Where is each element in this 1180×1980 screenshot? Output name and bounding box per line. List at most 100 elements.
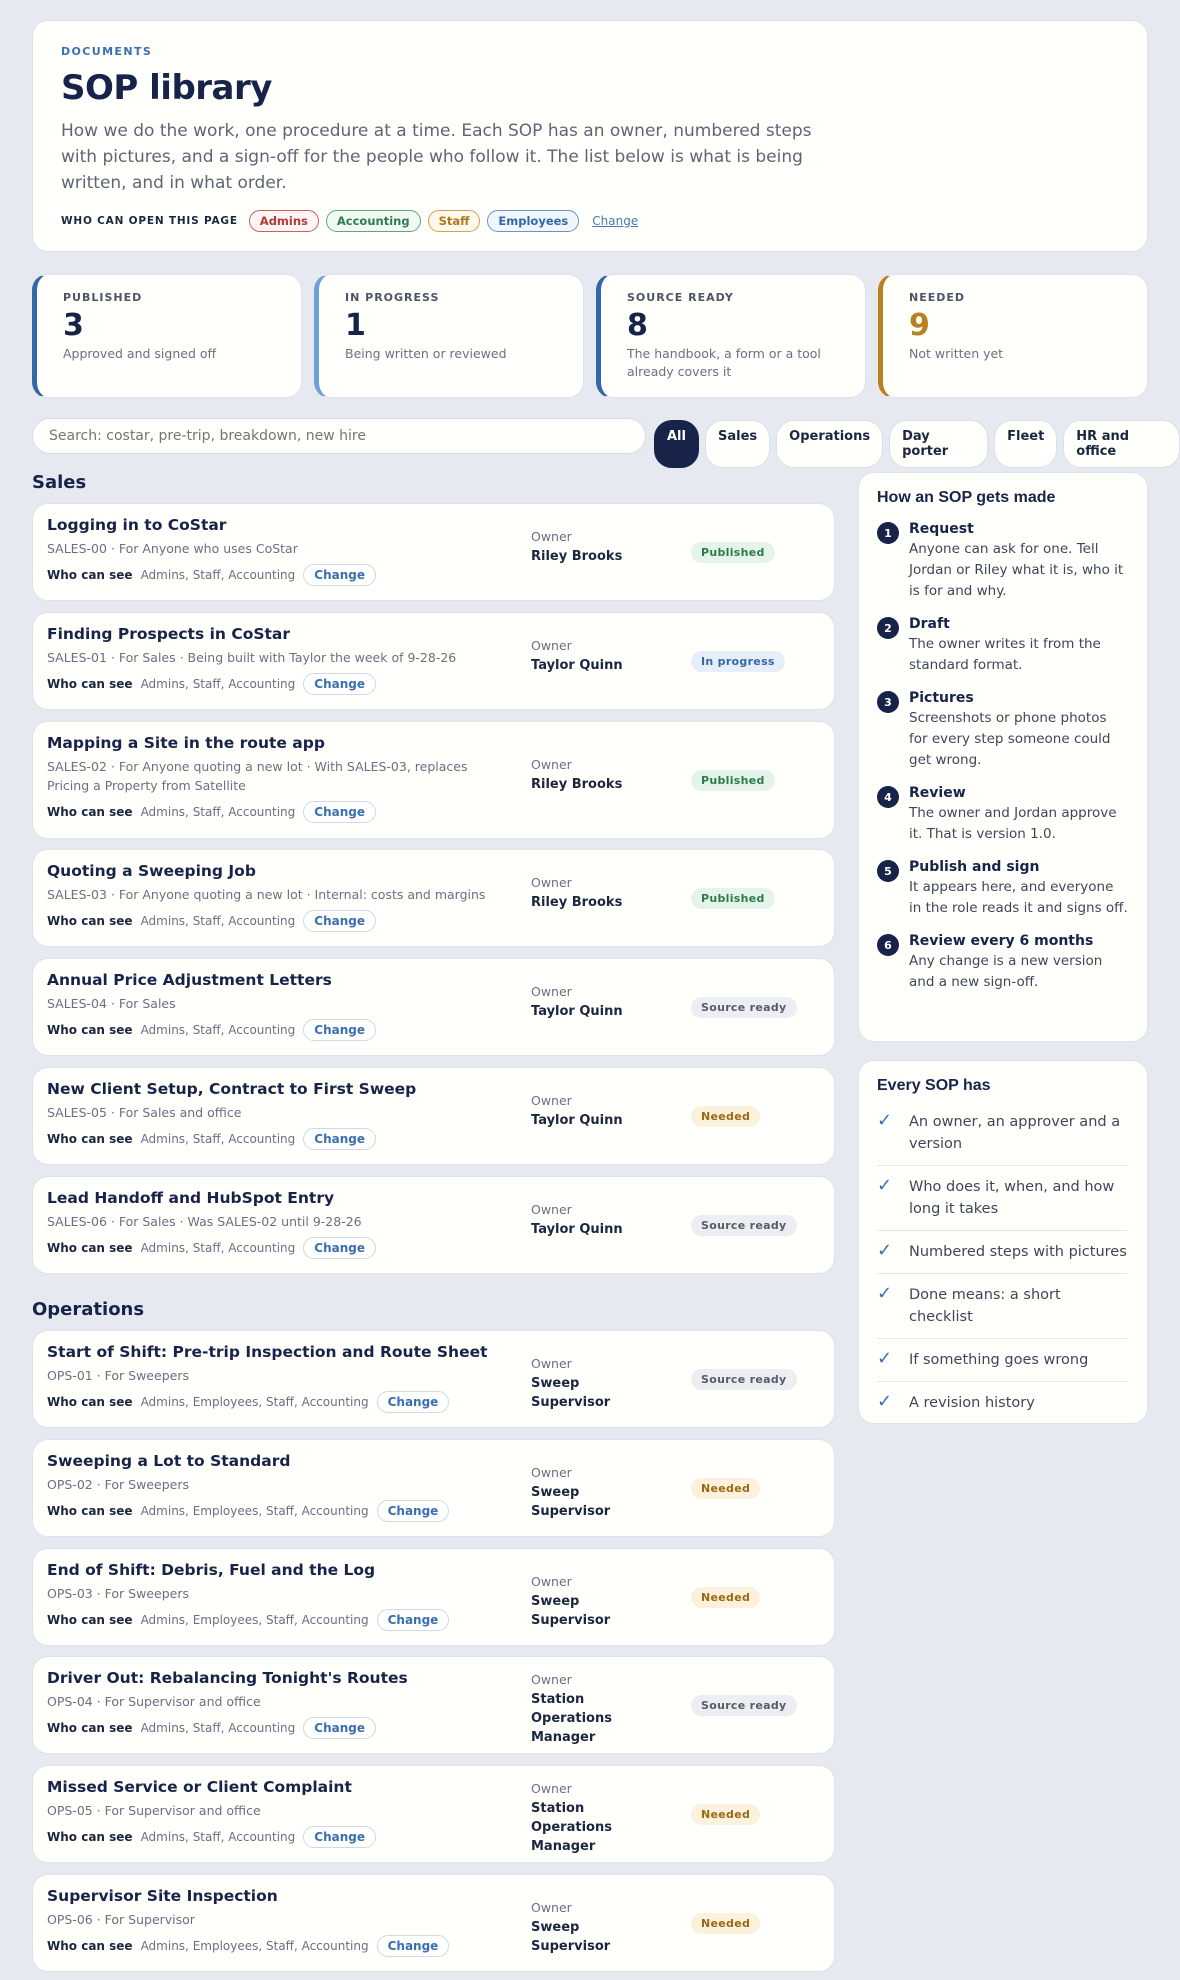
checklist-item: ✓ A revision history: [877, 1382, 1129, 1424]
filter-chip-operations[interactable]: Operations: [776, 420, 884, 468]
visibility-roles: Admins, Staff, Accounting: [140, 1241, 296, 1255]
visibility-label: Who can see: [47, 914, 133, 928]
change-access-link[interactable]: Change: [592, 214, 638, 228]
visibility-roles: Admins, Employees, Staff, Accounting: [140, 1613, 369, 1627]
step-title: Review every 6 months: [909, 933, 1094, 949]
sop-title[interactable]: Annual Price Adjustment Letters: [47, 971, 820, 989]
sop-title[interactable]: Mapping a Site in the route app: [47, 734, 820, 752]
owner-label: Owner: [531, 1356, 572, 1371]
owner-name: Riley Brooks: [531, 895, 623, 910]
step-body: Request Anyone can ask for one. Tell Jord…: [909, 521, 1129, 602]
filter-chip-fleet[interactable]: Fleet: [994, 420, 1058, 468]
role-pill-accounting: Accounting: [325, 210, 421, 232]
step-body: Pictures Screenshots or phone photos for …: [909, 690, 1129, 771]
change-button[interactable]: Change: [303, 564, 376, 586]
visibility-label: Who can see: [47, 1721, 133, 1735]
owner-block: Owner Sweep Supervisor: [531, 1356, 659, 1412]
sop-meta: OPS-03 · For Sweepers: [47, 1586, 189, 1601]
sop-title[interactable]: Quoting a Sweeping Job: [47, 862, 820, 880]
filter-chip-all[interactable]: All: [654, 420, 699, 468]
owner-label: Owner: [531, 757, 572, 772]
change-button[interactable]: Change: [303, 1019, 376, 1041]
step-number: 3: [877, 691, 899, 713]
checklist-item: ✓ Numbered steps with pictures: [877, 1231, 1129, 1274]
filter-chip-day-porter[interactable]: Day porter: [889, 420, 989, 468]
sop-title[interactable]: Missed Service or Client Complaint: [47, 1778, 820, 1796]
stat-card: NEEDED 9 Not written yet: [878, 274, 1148, 398]
checklist-text: Done means: a short checklist: [909, 1287, 1061, 1325]
change-button[interactable]: Change: [303, 1826, 376, 1848]
sop-card[interactable]: Start of Shift: Pre-trip Inspection and …: [32, 1330, 835, 1428]
change-button[interactable]: Change: [303, 673, 376, 695]
filter-chip-hr-and-office[interactable]: HR and office: [1063, 420, 1180, 468]
owner-block: Owner Station Operations Manager: [531, 1781, 659, 1856]
sop-card[interactable]: Sweeping a Lot to Standard OPS-02 · For S…: [32, 1439, 835, 1537]
page-header: DOCUMENTS SOP library How we do the work…: [32, 20, 1148, 252]
visibility-roles: Admins, Staff, Accounting: [140, 677, 296, 691]
sop-title[interactable]: Driver Out: Rebalancing Tonight's Routes: [47, 1669, 820, 1687]
sop-title[interactable]: Logging in to CoStar: [47, 516, 820, 534]
change-button[interactable]: Change: [376, 1500, 450, 1522]
sop-title[interactable]: Sweeping a Lot to Standard: [47, 1452, 820, 1470]
sop-card[interactable]: Lead Handoff and HubSpot Entry SALES-06 ·…: [32, 1176, 835, 1274]
sop-card[interactable]: Quoting a Sweeping Job SALES-03 · For Any…: [32, 849, 835, 947]
change-button[interactable]: Change: [303, 1237, 376, 1259]
sop-card[interactable]: Logging in to CoStar SALES-00 · For Anyon…: [32, 503, 835, 601]
visibility-label: Who can see: [47, 1830, 133, 1844]
filter-chip-sales[interactable]: Sales: [704, 420, 771, 468]
change-button[interactable]: Change: [376, 1391, 450, 1413]
stat-card: SOURCE READY 8 The handbook, a form or a t…: [596, 274, 866, 398]
change-button[interactable]: Change: [376, 1609, 450, 1631]
sop-card[interactable]: Missed Service or Client Complaint OPS-05…: [32, 1765, 835, 1863]
sop-meta: SALES-01 · For Sales · Being built with …: [47, 650, 457, 665]
sop-card[interactable]: Finding Prospects in CoStar SALES-01 · Fo…: [32, 612, 835, 710]
sop-card[interactable]: Mapping a Site in the route app SALES-02 …: [32, 721, 835, 839]
visibility-row: Who can see Admins, Staff, Accounting Chan…: [47, 673, 820, 695]
sop-card[interactable]: Driver Out: Rebalancing Tonight's Routes…: [32, 1656, 835, 1754]
owner-label: Owner: [531, 1900, 572, 1915]
sop-card[interactable]: Supervisor Site Inspection OPS-06 · For S…: [32, 1874, 835, 1972]
stat-value: 9: [909, 308, 930, 343]
owner-block: Owner Riley Brooks: [531, 757, 659, 794]
sop-card[interactable]: End of Shift: Debris, Fuel and the Log OP…: [32, 1548, 835, 1646]
sop-title[interactable]: Finding Prospects in CoStar: [47, 625, 820, 643]
change-button[interactable]: Change: [303, 1717, 376, 1739]
sop-title[interactable]: Lead Handoff and HubSpot Entry: [47, 1189, 820, 1207]
owner-block: Owner Station Operations Manager: [531, 1672, 659, 1747]
process-step: 6 Review every 6 months Any change is a ne…: [877, 933, 1129, 993]
sop-title[interactable]: Supervisor Site Inspection: [47, 1887, 820, 1905]
change-button[interactable]: Change: [303, 801, 376, 823]
search-input[interactable]: [32, 418, 646, 454]
step-number: 5: [877, 860, 899, 882]
checklist-item: ✓ Done means: a short checklist: [877, 1274, 1129, 1339]
visibility-label: Who can see: [47, 1023, 133, 1037]
owner-label: Owner: [531, 875, 572, 890]
visibility-label: Who can see: [47, 1613, 133, 1627]
visibility-label: Who can see: [47, 1395, 133, 1409]
step-number: 2: [877, 617, 899, 639]
owner-label: Owner: [531, 1781, 572, 1796]
visibility-row: Who can see Admins, Employees, Staff, Acc…: [47, 1500, 820, 1522]
sop-card[interactable]: Annual Price Adjustment Letters SALES-04 …: [32, 958, 835, 1056]
visibility-roles: Admins, Staff, Accounting: [140, 1721, 296, 1735]
owner-label: Owner: [531, 638, 572, 653]
change-button[interactable]: Change: [303, 910, 376, 932]
owner-block: Owner Taylor Quinn: [531, 984, 659, 1021]
sop-card[interactable]: New Client Setup, Contract to First Swee…: [32, 1067, 835, 1165]
sop-title[interactable]: End of Shift: Debris, Fuel and the Log: [47, 1561, 820, 1579]
sop-title[interactable]: New Client Setup, Contract to First Swee…: [47, 1080, 820, 1098]
visibility-label: Who can see: [47, 1241, 133, 1255]
visibility-roles: Admins, Staff, Accounting: [140, 1132, 296, 1146]
check-icon: ✓: [877, 1283, 893, 1304]
change-button[interactable]: Change: [303, 1128, 376, 1150]
owner-label: Owner: [531, 1574, 572, 1589]
sop-meta: SALES-04 · For Sales: [47, 996, 176, 1011]
stat-description: Not written yet: [909, 346, 1004, 361]
visibility-roles: Admins, Staff, Accounting: [140, 914, 296, 928]
sop-title[interactable]: Start of Shift: Pre-trip Inspection and …: [47, 1343, 820, 1361]
page-title: SOP library: [61, 68, 272, 108]
visibility-roles: Admins, Employees, Staff, Accounting: [140, 1939, 369, 1953]
change-button[interactable]: Change: [376, 1935, 450, 1957]
visibility-roles: Admins, Staff, Accounting: [140, 1830, 296, 1844]
stat-description: The handbook, a form or a tool already c…: [627, 346, 821, 379]
